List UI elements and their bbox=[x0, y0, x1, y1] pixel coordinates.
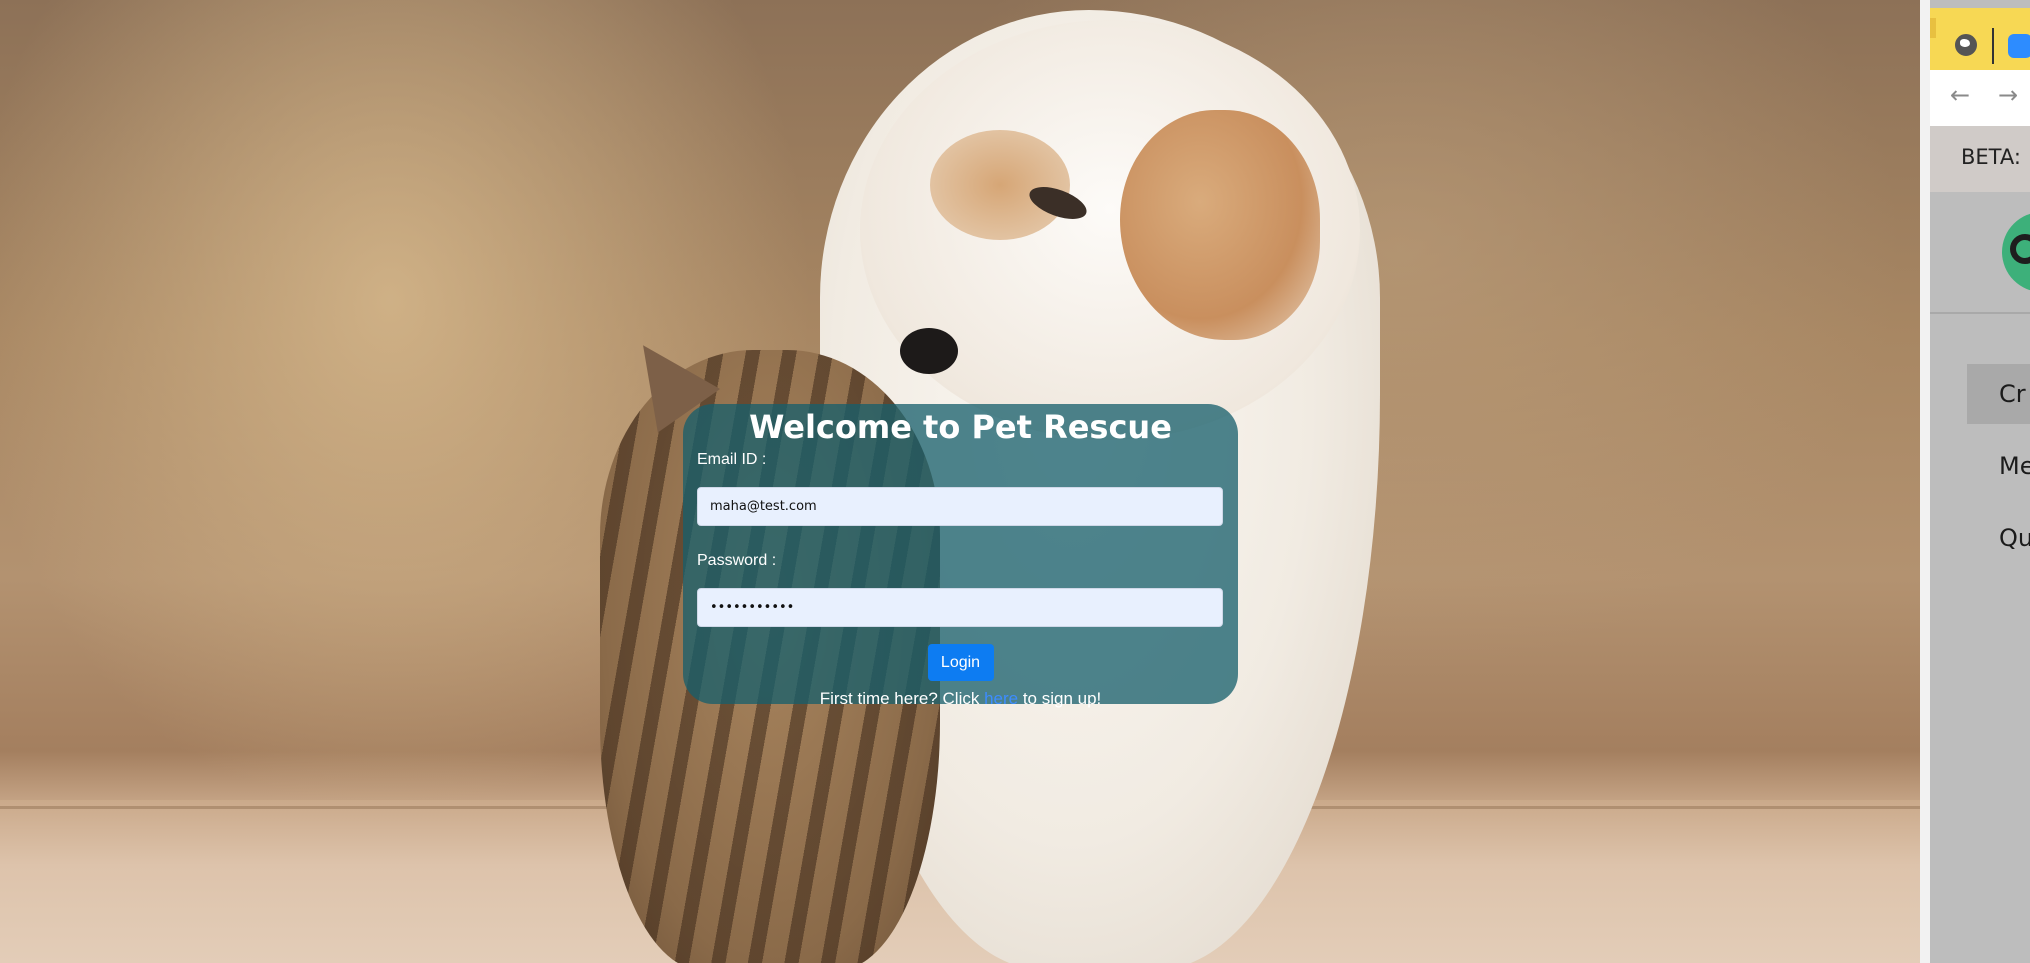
login-button[interactable]: Login bbox=[927, 644, 994, 681]
signup-suffix: to sign up! bbox=[1018, 689, 1102, 708]
menu-item-3[interactable]: Qu bbox=[1967, 508, 2030, 568]
topbar-divider bbox=[1992, 28, 1994, 64]
signup-prefix: First time here? Click bbox=[819, 689, 985, 708]
globe-icon[interactable] bbox=[1955, 34, 1977, 56]
video-icon[interactable] bbox=[2008, 34, 2030, 58]
email-field[interactable] bbox=[697, 487, 1223, 526]
beta-label: BETA: bbox=[1961, 145, 2021, 169]
menu-item-1[interactable]: Cr bbox=[1967, 364, 2030, 424]
menu-item-2[interactable]: Me bbox=[1967, 436, 2030, 496]
password-label: Password : bbox=[697, 552, 777, 569]
forward-arrow-icon[interactable]: → bbox=[1998, 80, 2018, 110]
signup-text: First time here? Click here to sign up! bbox=[697, 688, 1224, 710]
login-card: Welcome to Pet Rescue Email ID : Passwor… bbox=[683, 404, 1238, 708]
page: Welcome to Pet Rescue Email ID : Passwor… bbox=[0, 0, 2030, 963]
page-title: Welcome to Pet Rescue bbox=[749, 408, 1172, 446]
login-row: Login bbox=[697, 644, 1224, 681]
password-field[interactable] bbox=[697, 588, 1223, 627]
back-arrow-icon[interactable]: ← bbox=[1950, 80, 1970, 110]
signup-link[interactable]: here bbox=[984, 689, 1018, 708]
email-label: Email ID : bbox=[697, 451, 767, 468]
